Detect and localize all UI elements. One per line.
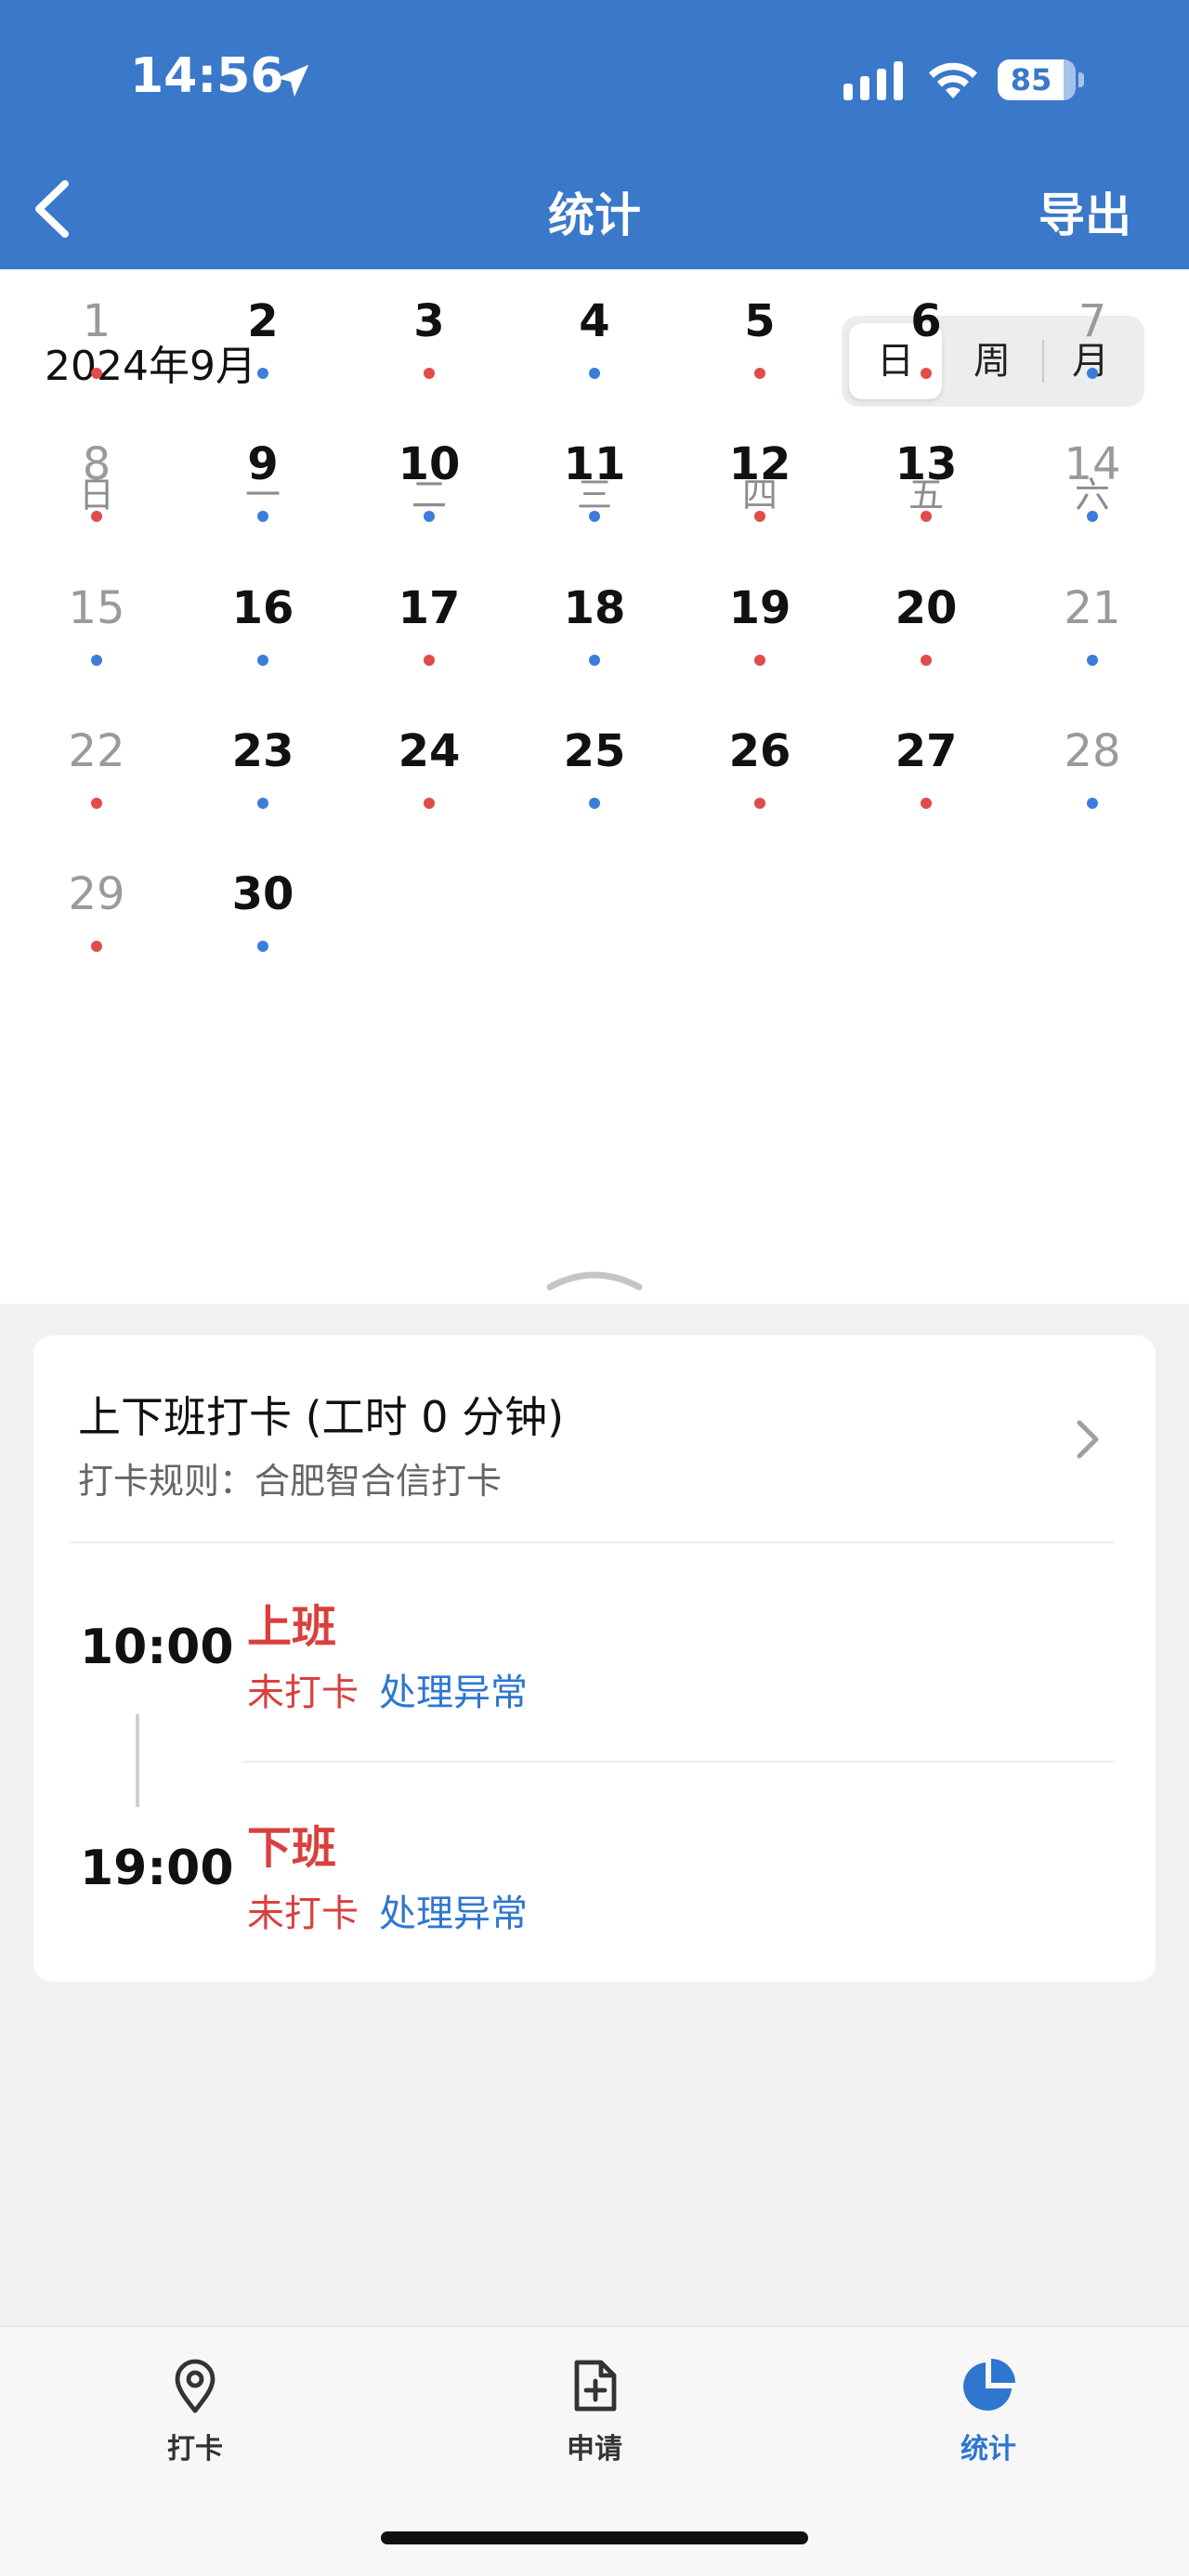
attendance-status-dot xyxy=(91,368,102,379)
calendar-day[interactable]: 18 xyxy=(539,582,650,634)
app-header: 14:56 85 统计 导出 xyxy=(0,0,1189,269)
calendar-day[interactable]: 29 xyxy=(41,868,152,920)
calendar-day[interactable]: 4 xyxy=(539,295,650,347)
battery-percent: 85 xyxy=(1010,62,1052,98)
calendar-day[interactable]: 25 xyxy=(539,725,650,777)
attendance-status-dot xyxy=(257,798,268,809)
home-indicator[interactable] xyxy=(381,2531,808,2544)
attendance-status-dot xyxy=(257,941,268,952)
attendance-status-dot xyxy=(589,511,600,522)
export-button[interactable]: 导出 xyxy=(1039,178,1131,245)
calendar-day[interactable]: 22 xyxy=(41,725,152,777)
calendar-day[interactable]: 10 xyxy=(373,438,485,490)
attendance-status-dot xyxy=(754,798,765,809)
clock-in-handle-exception-link[interactable]: 处理异常 xyxy=(379,1662,528,1716)
calendar-day[interactable]: 27 xyxy=(870,725,982,777)
calendar-day[interactable]: 1 xyxy=(41,295,152,347)
calendar-day[interactable]: 19 xyxy=(704,582,816,634)
calendar-day[interactable]: 24 xyxy=(373,725,485,777)
clock-in-time: 10:00 xyxy=(80,1620,234,1675)
calendar-day[interactable]: 6 xyxy=(870,295,982,347)
attendance-status-dot xyxy=(589,368,600,379)
attendance-status-dot xyxy=(921,511,932,522)
calendar-day[interactable]: 13 xyxy=(870,438,982,490)
calendar-day[interactable]: 20 xyxy=(870,582,982,634)
calendar-day[interactable]: 14 xyxy=(1037,438,1148,490)
attendance-status-dot xyxy=(257,655,268,666)
calendar-day[interactable]: 5 xyxy=(704,295,816,347)
calendar-day[interactable]: 30 xyxy=(207,868,319,920)
battery-icon: 85 xyxy=(998,59,1085,100)
attendance-status-dot xyxy=(257,368,268,379)
attendance-status-dot xyxy=(1087,511,1098,522)
calendar-day[interactable]: 7 xyxy=(1037,295,1148,347)
attendance-status-dot xyxy=(589,798,600,809)
attendance-status-dot xyxy=(754,368,765,379)
tab-label: 统计 xyxy=(960,2433,1016,2465)
clock-in-label: 上班 xyxy=(247,1601,337,1653)
chevron-right-icon[interactable] xyxy=(1074,1417,1102,1462)
attendance-title: 上下班打卡 (工时 0 分钟) xyxy=(78,1392,565,1442)
calendar-day[interactable]: 16 xyxy=(207,582,319,634)
page-title: 统计 xyxy=(548,189,641,242)
location-pin-icon xyxy=(175,2359,216,2413)
collapse-handle-icon[interactable] xyxy=(544,1265,645,1293)
tab-apply[interactable]: 申请 xyxy=(520,2355,669,2466)
calendar-day[interactable]: 15 xyxy=(41,582,152,634)
calendar-day[interactable]: 3 xyxy=(373,295,485,347)
calendar-day[interactable]: 2 xyxy=(207,295,319,347)
calendar-day[interactable]: 21 xyxy=(1037,582,1148,634)
attendance-status-dot xyxy=(754,511,765,522)
calendar-day[interactable]: 17 xyxy=(373,582,485,634)
attendance-status-dot xyxy=(257,511,268,522)
calendar-panel: 2024年9月 日 周 月 日 一 二 三 四 五 六 1 2 3 4 5 6 7 8 9 10 1… xyxy=(0,269,1189,1304)
pie-chart-icon xyxy=(963,2359,1015,2411)
attendance-status-dot xyxy=(91,798,102,809)
tab-statistics[interactable]: 统计 xyxy=(914,2355,1063,2466)
attendance-status-dot xyxy=(91,655,102,666)
calendar-day[interactable]: 8 xyxy=(41,438,152,490)
status-time: 14:56 xyxy=(130,48,284,104)
entry-divider xyxy=(243,1761,1115,1763)
attendance-status-dot xyxy=(91,941,102,952)
attendance-card[interactable]: 上下班打卡 (工时 0 分钟) 打卡规则：合肥智合信打卡 10:00 上班 未打… xyxy=(33,1335,1156,1982)
attendance-status-dot xyxy=(1087,655,1098,666)
clock-out-status: 未打卡 xyxy=(247,1893,359,1935)
cellular-signal-icon xyxy=(843,61,903,100)
attendance-status-dot xyxy=(1087,798,1098,809)
tab-clock-in[interactable]: 打卡 xyxy=(121,2355,269,2466)
tab-label: 申请 xyxy=(567,2433,622,2465)
attendance-status-dot xyxy=(921,798,932,809)
attendance-status-dot xyxy=(424,655,435,666)
card-divider xyxy=(71,1542,1115,1543)
attendance-status-dot xyxy=(91,511,102,522)
wifi-icon xyxy=(929,62,977,98)
attendance-status-dot xyxy=(921,655,932,666)
tab-label: 打卡 xyxy=(167,2433,223,2465)
timeline-connector xyxy=(136,1714,139,1807)
attendance-status-dot xyxy=(589,655,600,666)
attendance-status-dot xyxy=(1087,368,1098,379)
clock-in-status: 未打卡 xyxy=(247,1672,359,1714)
calendar-day[interactable]: 23 xyxy=(207,725,319,777)
attendance-status-dot xyxy=(424,511,435,522)
attendance-rule: 打卡规则：合肥智合信打卡 xyxy=(78,1461,503,1502)
attendance-status-dot xyxy=(424,368,435,379)
calendar-day[interactable]: 28 xyxy=(1037,725,1148,777)
clock-out-time: 19:00 xyxy=(80,1841,234,1896)
calendar-day[interactable]: 26 xyxy=(704,725,816,777)
calendar-day[interactable]: 11 xyxy=(539,438,650,490)
attendance-status-dot xyxy=(921,368,932,379)
clock-out-handle-exception-link[interactable]: 处理异常 xyxy=(379,1883,528,1937)
add-document-icon xyxy=(574,2360,617,2412)
calendar-day[interactable]: 12 xyxy=(704,438,816,490)
attendance-status-dot xyxy=(754,655,765,666)
location-arrow-icon xyxy=(276,64,309,98)
attendance-status-dot xyxy=(424,798,435,809)
clock-out-label: 下班 xyxy=(247,1822,337,1874)
calendar-day[interactable]: 9 xyxy=(207,438,319,490)
